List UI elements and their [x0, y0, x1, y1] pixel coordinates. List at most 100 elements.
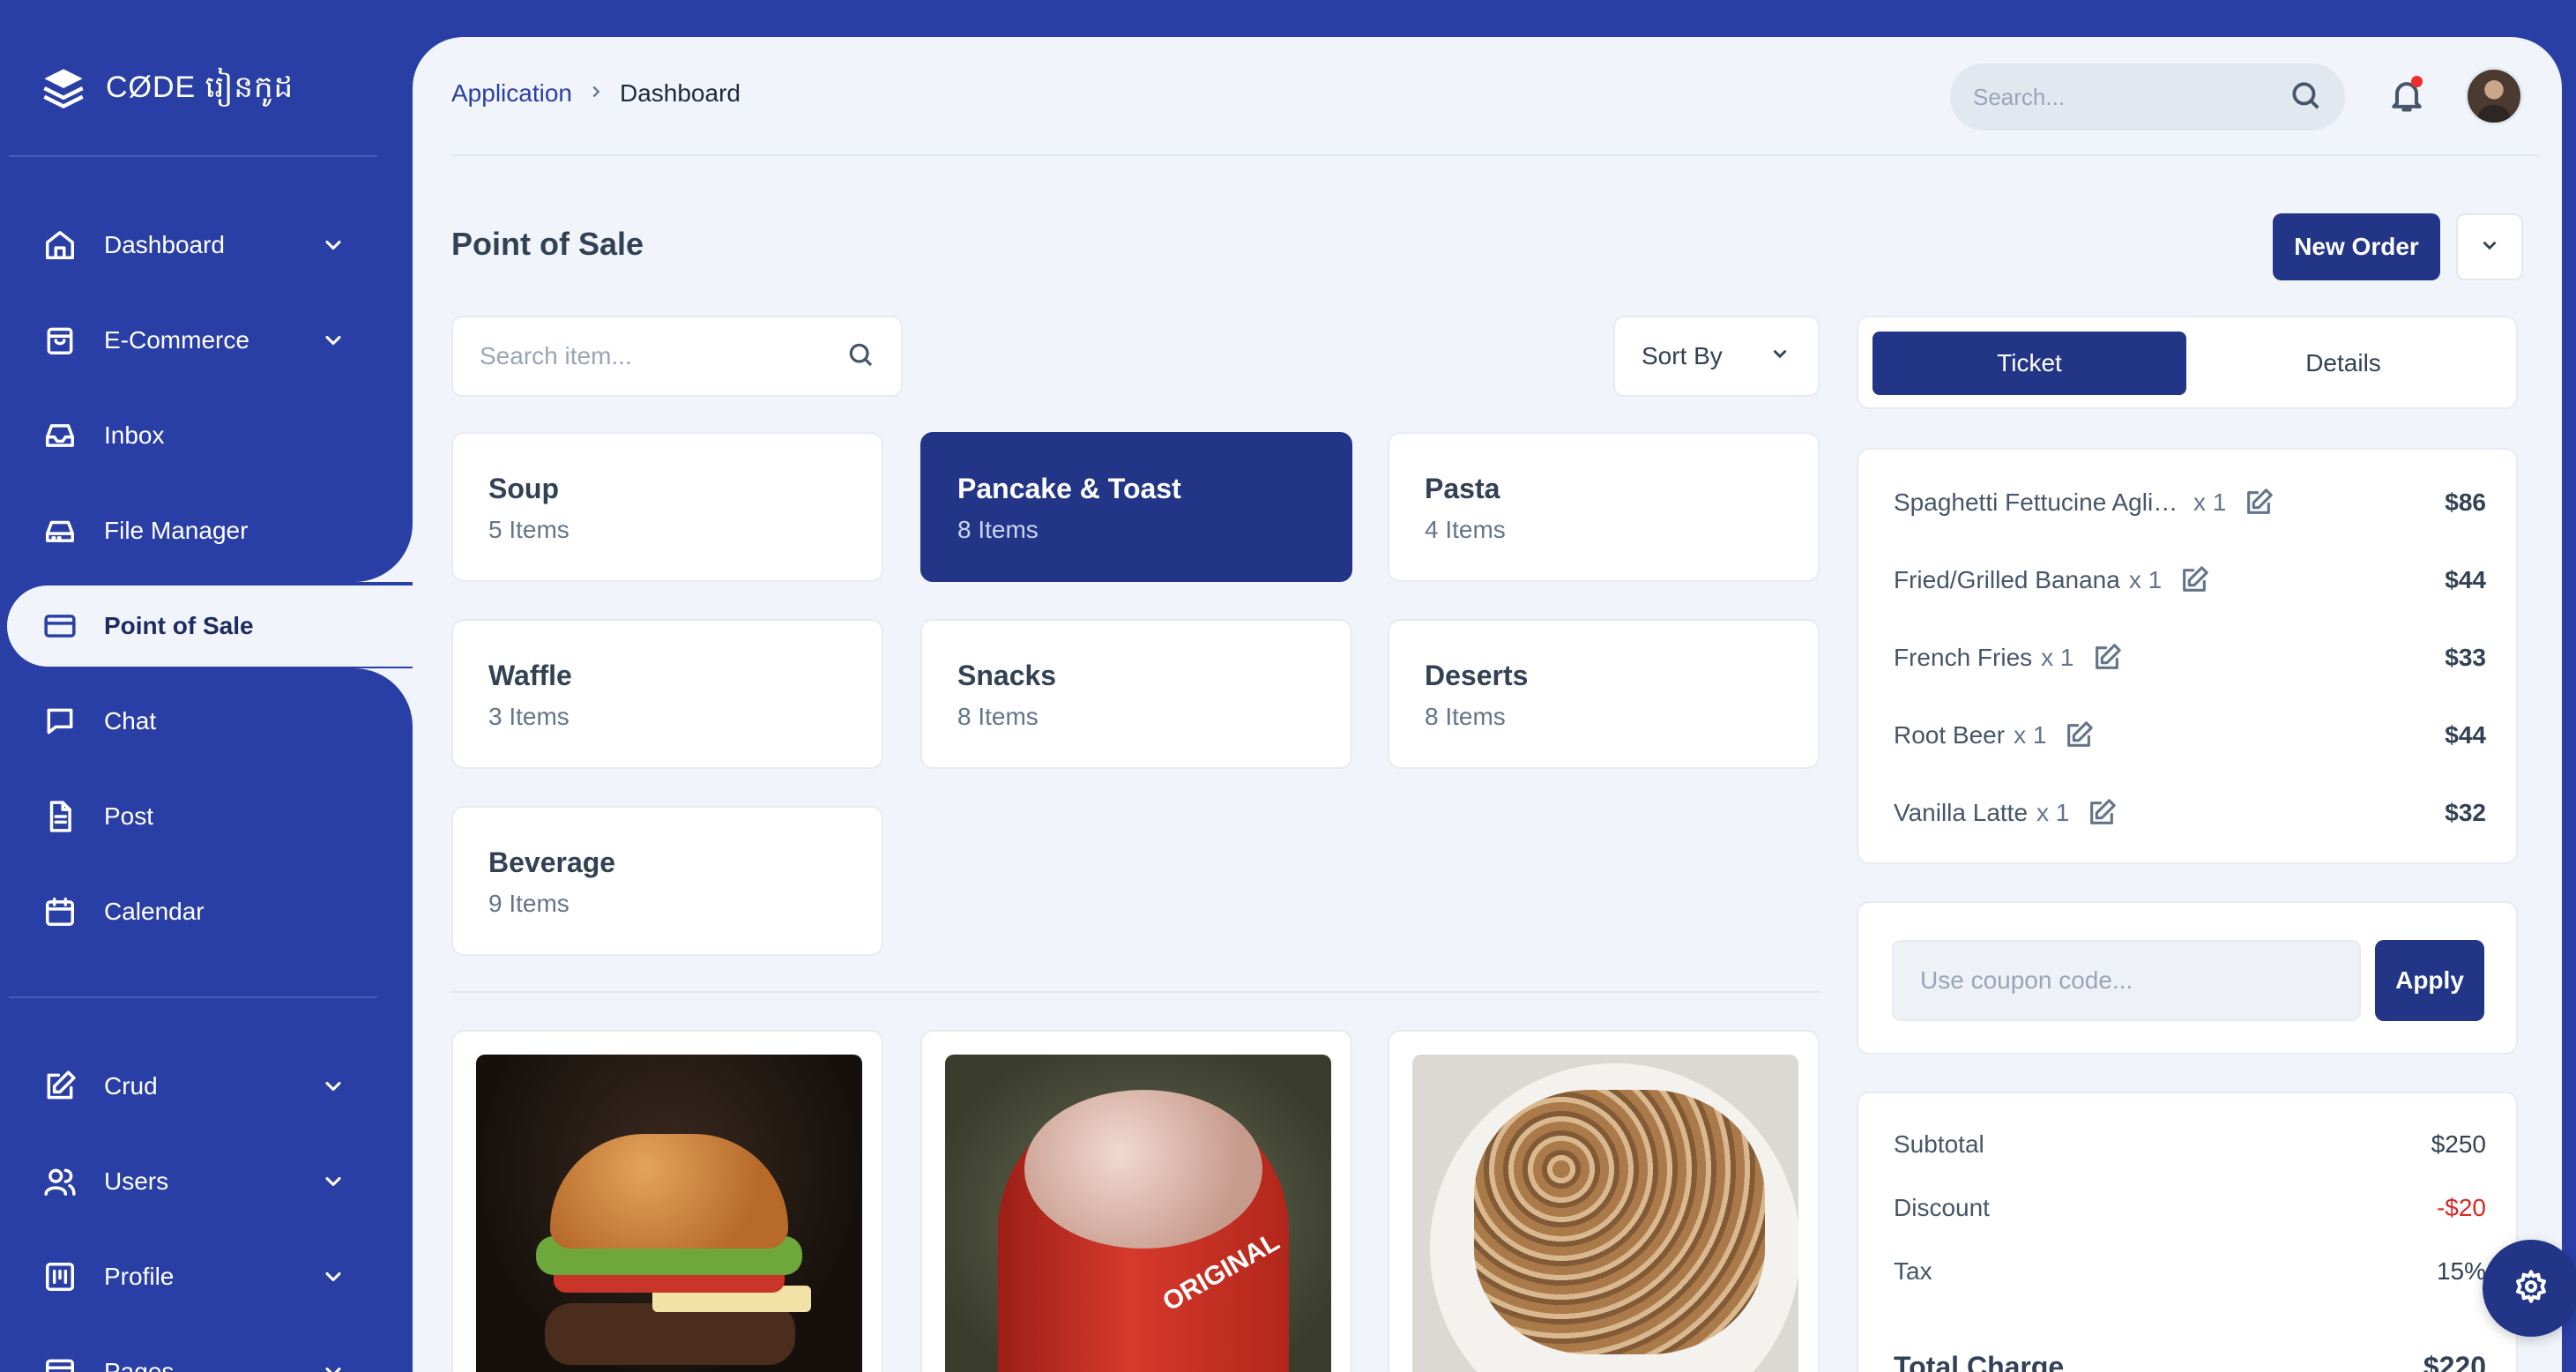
- chevron-down-icon: [2478, 234, 2501, 261]
- new-order-dropdown-button[interactable]: [2456, 213, 2523, 280]
- sidebar-item-chat[interactable]: Chat: [7, 681, 413, 762]
- sidebar-item-crud[interactable]: Crud: [7, 1046, 413, 1127]
- sidebar-item-label: Users: [104, 1167, 169, 1195]
- edit-icon[interactable]: [2064, 720, 2094, 750]
- sidebar-item-point-of-sale[interactable]: Point of Sale: [7, 585, 413, 667]
- soda-can-image: ORIGINAL: [945, 1055, 1331, 1372]
- product-card[interactable]: ORIGINAL: [920, 1030, 1352, 1372]
- chevron-down-icon[interactable]: [321, 233, 346, 257]
- item-search[interactable]: [451, 316, 903, 397]
- category-name: Soup: [488, 473, 559, 504]
- search-icon[interactable]: [2289, 78, 2322, 116]
- category-card-pancake-toast[interactable]: Pancake & Toast 8 Items: [920, 432, 1352, 582]
- subtotal-value: $250: [2431, 1130, 2486, 1158]
- tab-ticket[interactable]: Ticket: [1872, 332, 2186, 395]
- category-name: Beverage: [488, 846, 616, 878]
- item-name: Spaghetti Fettucine Aglio Olio: [1894, 488, 2185, 516]
- edit-icon[interactable]: [2087, 798, 2117, 828]
- sidebar-item-label: Inbox: [104, 421, 165, 449]
- tax-label: Tax: [1894, 1257, 1932, 1285]
- category-name: Deserts: [1425, 660, 1529, 691]
- header-divider: [451, 154, 2539, 156]
- discount-row: Discount -$20: [1894, 1194, 2486, 1222]
- sidebar-item-inbox[interactable]: Inbox: [7, 395, 413, 476]
- apply-coupon-button[interactable]: Apply: [2375, 940, 2484, 1021]
- item-price: $32: [2445, 799, 2486, 826]
- category-card-soup[interactable]: Soup 5 Items: [451, 432, 883, 582]
- item-name: French Fries: [1894, 644, 2033, 671]
- chevron-down-icon[interactable]: [321, 1360, 346, 1372]
- document-icon: [42, 799, 78, 834]
- item-search-input[interactable]: [480, 342, 846, 370]
- coupon-input[interactable]: [1892, 940, 2361, 1021]
- chevron-down-icon[interactable]: [321, 1264, 346, 1289]
- burger-image: [476, 1055, 862, 1372]
- category-card-deserts[interactable]: Deserts 8 Items: [1388, 619, 1820, 769]
- profile-icon: [42, 1259, 78, 1294]
- item-price: $44: [2445, 566, 2486, 593]
- drive-icon: [42, 513, 78, 548]
- tax-value: 15%: [2436, 1257, 2486, 1285]
- notifications-button[interactable]: [2387, 76, 2426, 115]
- totals-card: Subtotal $250 Discount -$20 Tax 15% Tota…: [1857, 1092, 2518, 1372]
- sidebar-item-post[interactable]: Post: [7, 776, 413, 857]
- category-card-snacks[interactable]: Snacks 8 Items: [920, 619, 1352, 769]
- sidebar-item-ecommerce[interactable]: E-Commerce: [7, 300, 413, 381]
- ticket-items: Spaghetti Fettucine Aglio Olio x 1 $86 F…: [1857, 448, 2518, 864]
- product-card[interactable]: [1388, 1030, 1820, 1372]
- item-qty: x 1: [2128, 566, 2163, 593]
- category-count: 8 Items: [957, 516, 1039, 543]
- search-icon[interactable]: [846, 340, 875, 373]
- sort-by-label: Sort By: [1642, 342, 1723, 369]
- chevron-down-icon[interactable]: [321, 1074, 346, 1099]
- category-count: 4 Items: [1425, 516, 1506, 543]
- chevron-down-icon[interactable]: [321, 1169, 346, 1194]
- edit-icon: [42, 1069, 78, 1104]
- total-value: $220: [2423, 1351, 2486, 1372]
- sidebar-item-dashboard[interactable]: Dashboard: [7, 205, 413, 286]
- brand[interactable]: CØDE រៀនកូដ: [41, 63, 294, 116]
- sidebar-item-pages[interactable]: Pages: [7, 1331, 413, 1372]
- discount-label: Discount: [1894, 1194, 1990, 1221]
- category-name: Pasta: [1425, 473, 1500, 504]
- global-search[interactable]: [1950, 63, 2345, 130]
- item-price: $44: [2445, 721, 2486, 749]
- breadcrumb-link-application[interactable]: Application: [451, 79, 572, 108]
- chevron-down-icon[interactable]: [321, 328, 346, 353]
- sidebar-item-label: Crud: [104, 1072, 158, 1100]
- sidebar-item-profile[interactable]: Profile: [7, 1236, 413, 1317]
- sidebar-item-label: Point of Sale: [104, 612, 254, 639]
- tab-details[interactable]: Details: [2186, 332, 2500, 395]
- list-item: Vanilla Latte x 1 $32: [1894, 795, 2486, 831]
- notification-dot: [2411, 76, 2423, 87]
- total-row: Total Charge $220: [1894, 1351, 2486, 1372]
- global-search-input[interactable]: [1973, 83, 2289, 111]
- category-card-pasta[interactable]: Pasta 4 Items: [1388, 432, 1820, 582]
- category-name: Pancake & Toast: [957, 473, 1181, 504]
- category-card-beverage[interactable]: Beverage 9 Items: [451, 806, 883, 956]
- users-icon: [42, 1164, 78, 1199]
- sidebar-item-calendar[interactable]: Calendar: [7, 871, 413, 952]
- category-card-waffle[interactable]: Waffle 3 Items: [451, 619, 883, 769]
- edit-icon[interactable]: [2179, 565, 2209, 595]
- avatar[interactable]: [2465, 67, 2523, 125]
- brand-name: CØDE រៀនកូដ: [106, 71, 294, 104]
- sort-by-dropdown[interactable]: Sort By: [1613, 316, 1820, 397]
- sidebar-item-users[interactable]: Users: [7, 1141, 413, 1222]
- sidebar-item-label: Pages: [104, 1358, 175, 1372]
- fried-snack-image: [1412, 1055, 1798, 1372]
- sidebar-item-label: Profile: [104, 1263, 175, 1290]
- coupon-card: Apply: [1857, 901, 2518, 1055]
- subtotal-label: Subtotal: [1894, 1130, 1984, 1158]
- sidebar-item-label: Chat: [104, 707, 157, 734]
- edit-icon[interactable]: [2244, 488, 2274, 518]
- new-order-button[interactable]: New Order: [2273, 213, 2440, 280]
- product-card[interactable]: [451, 1030, 883, 1372]
- home-icon: [42, 227, 78, 263]
- sidebar-item-label: Calendar: [104, 898, 205, 925]
- category-count: 5 Items: [488, 516, 570, 543]
- settings-fab[interactable]: [2483, 1240, 2576, 1337]
- edit-icon[interactable]: [2092, 643, 2122, 673]
- calendar-icon: [42, 894, 78, 929]
- category-name: Snacks: [957, 660, 1057, 691]
